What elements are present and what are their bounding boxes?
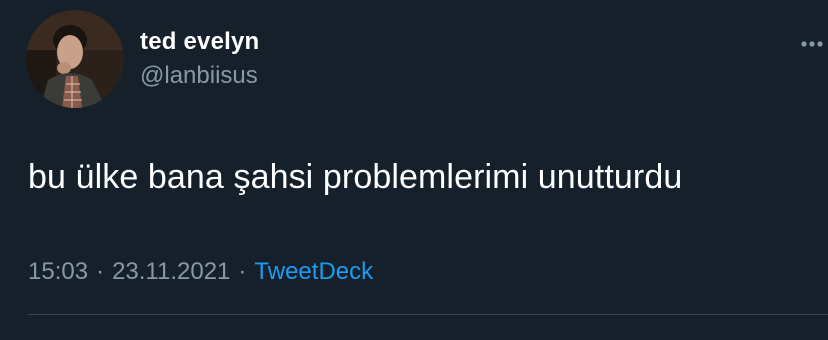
- tweet-time[interactable]: 15:03: [28, 258, 88, 285]
- avatar[interactable]: [26, 10, 124, 108]
- more-dots-icon[interactable]: [800, 36, 824, 47]
- tweet-source-link[interactable]: TweetDeck: [254, 258, 373, 285]
- tweet-card: ted evelyn @lanbiisus bu ülke bana şahsi…: [0, 0, 828, 340]
- meta-separator: ·: [96, 258, 105, 285]
- user-handle[interactable]: @lanbiisus: [140, 62, 258, 90]
- meta-separator: ·: [238, 258, 247, 285]
- tweet-text: bu ülke bana şahsi problemlerimi unuttur…: [28, 158, 683, 196]
- tweet-date[interactable]: 23.11.2021: [112, 258, 230, 285]
- tweet-meta: 15:03 · 23.11.2021 · TweetDeck: [28, 258, 373, 286]
- display-name[interactable]: ted evelyn: [140, 28, 259, 56]
- avatar-photo: [26, 10, 124, 108]
- divider: [28, 314, 828, 315]
